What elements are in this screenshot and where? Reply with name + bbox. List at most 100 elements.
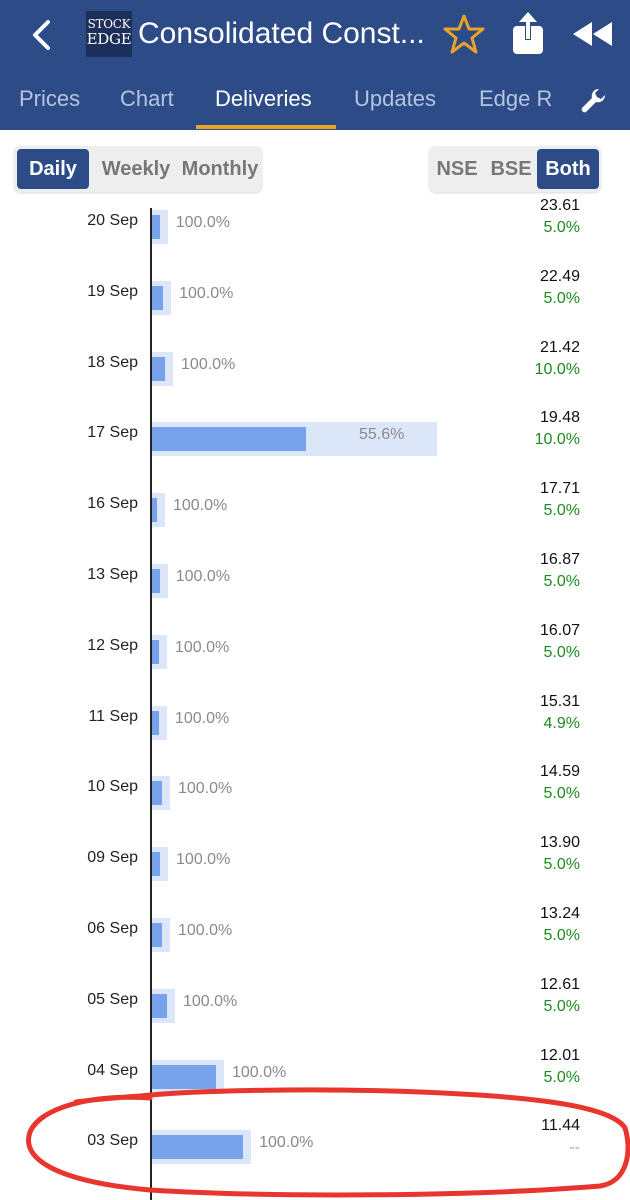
delivery-date: 20 Sep: [87, 212, 138, 229]
delivery-percent-label: 100.0%: [231, 1063, 287, 1081]
delivery-percent-label: 100.0%: [172, 497, 228, 515]
delivery-date: 12 Sep: [87, 636, 138, 654]
price-change: 5.0%: [543, 643, 580, 661]
app-header: STOCK EDGE Consolidated Const... Prices …: [0, 0, 630, 130]
delivery-row[interactable]: 12 Sep 100.0% 16.07 5.0%: [0, 617, 630, 688]
delivery-row[interactable]: 03 Sep 100.0% 11.44 --: [0, 1112, 630, 1183]
delivery-row[interactable]: 06 Sep 100.0% 13.24 5.0%: [0, 900, 630, 971]
chevron-left-icon: [33, 20, 50, 50]
delivered-volume-bar: [152, 498, 157, 523]
star-icon: [443, 14, 485, 54]
exchange-toggle: NSE BSE Both: [429, 146, 601, 192]
wrench-icon: [581, 88, 606, 113]
page-title: Consolidated Const...: [138, 17, 425, 50]
price-change: 10.0%: [534, 360, 580, 378]
delivery-date: 06 Sep: [87, 920, 138, 937]
delivery-percent-label: 100.0%: [174, 638, 230, 656]
closing-price: 13.24: [539, 905, 580, 922]
price-change: 5.0%: [543, 927, 580, 944]
active-tab-indicator: [196, 125, 336, 129]
logo-text-bottom: EDGE: [86, 30, 132, 48]
delivered-volume-bar: [152, 923, 162, 947]
delivery-percent-label: 100.0%: [175, 568, 231, 585]
share-button[interactable]: [510, 12, 546, 56]
delivered-volume-bar: [152, 993, 167, 1018]
delivered-volume-bar: [152, 569, 160, 593]
settings-button[interactable]: [579, 87, 607, 115]
period-weekly-button[interactable]: Weekly: [92, 149, 180, 189]
closing-price: 23.61: [539, 197, 580, 214]
closing-price: 13.90: [539, 834, 580, 852]
delivery-date: 17 Sep: [87, 424, 138, 442]
period-monthly-button[interactable]: Monthly: [180, 149, 260, 189]
delivery-row[interactable]: 13 Sep 100.0% 16.87 5.0%: [0, 546, 630, 617]
delivery-percent-label: 100.0%: [174, 709, 230, 727]
exchange-nse-button[interactable]: NSE: [432, 149, 482, 189]
closing-price: 16.07: [539, 621, 580, 639]
price-change: 5.0%: [543, 289, 580, 307]
rewind-icon: [573, 22, 612, 46]
price-change: 10.0%: [534, 431, 580, 449]
stockedge-logo: STOCK EDGE: [86, 11, 132, 57]
delivery-row[interactable]: 18 Sep 100.0% 21.42 10.0%: [0, 334, 630, 405]
closing-price: 17.71: [539, 480, 580, 498]
closing-price: 12.61: [539, 975, 580, 993]
tab-updates[interactable]: Updates: [354, 82, 436, 116]
delivered-volume-bar: [152, 1135, 244, 1160]
delivery-date: 03 Sep: [87, 1132, 138, 1150]
delivery-row[interactable]: 09 Sep 100.0% 13.90 5.0%: [0, 829, 630, 900]
tab-bar: Prices Chart Deliveries Updates Edge R: [0, 72, 630, 130]
exchange-bse-button[interactable]: BSE: [485, 149, 537, 189]
closing-price: 15.31: [539, 692, 580, 710]
delivery-percent-label: 100.0%: [179, 284, 234, 302]
delivery-row[interactable]: 20 Sep 100.0% 23.61 5.0%: [0, 192, 630, 263]
price-change: 4.9%: [543, 714, 580, 732]
delivery-date: 10 Sep: [87, 778, 138, 796]
delivered-volume-bar: [152, 356, 166, 381]
delivery-row[interactable]: 05 Sep 100.0% 12.61 5.0%: [0, 971, 630, 1042]
period-daily-button[interactable]: Daily: [17, 149, 89, 189]
delivered-volume-bar: [152, 781, 162, 806]
price-change: 5.0%: [543, 219, 580, 236]
tab-deliveries[interactable]: Deliveries: [215, 82, 312, 116]
delivery-percent-label: 100.0%: [176, 851, 231, 869]
price-change: --: [569, 1139, 580, 1157]
closing-price: 14.59: [539, 763, 580, 781]
delivery-row[interactable]: 17 Sep 55.6% 19.48 10.0%: [0, 404, 630, 475]
delivery-percent-label: 100.0%: [175, 214, 231, 231]
delivery-percent-label: 100.0%: [182, 992, 238, 1010]
exchange-both-button[interactable]: Both: [537, 149, 599, 189]
watchlist-star-button[interactable]: [443, 13, 485, 55]
delivered-volume-bar: [152, 215, 160, 239]
delivery-date: 18 Sep: [87, 353, 138, 371]
delivery-percent-label: 100.0%: [259, 1134, 314, 1152]
delivery-row[interactable]: 19 Sep 100.0% 22.49 5.0%: [0, 263, 630, 334]
back-button[interactable]: [26, 14, 60, 56]
delivered-volume-bar: [152, 285, 164, 310]
price-change: 5.0%: [543, 1068, 580, 1086]
tab-prices[interactable]: Prices: [19, 82, 80, 116]
delivery-row[interactable]: 11 Sep 100.0% 15.31 4.9%: [0, 688, 630, 759]
delivery-date: 05 Sep: [87, 990, 138, 1008]
delivery-row[interactable]: 10 Sep 100.0% 14.59 5.0%: [0, 758, 630, 829]
closing-price: 22.49: [539, 267, 580, 285]
price-change: 5.0%: [543, 573, 580, 590]
delivery-percent-label: 100.0%: [181, 355, 236, 373]
delivery-row[interactable]: 04 Sep 100.0% 12.01 5.0%: [0, 1042, 630, 1113]
price-change: 5.0%: [543, 856, 580, 874]
tab-edge-report[interactable]: Edge R: [479, 82, 555, 116]
price-change: 5.0%: [543, 502, 580, 520]
closing-price: 12.01: [539, 1046, 580, 1064]
tab-chart[interactable]: Chart: [120, 82, 174, 116]
delivery-date: 16 Sep: [87, 495, 138, 513]
rewind-button[interactable]: [570, 20, 614, 48]
delivery-date: 13 Sep: [87, 566, 138, 583]
delivered-volume-bar: [152, 427, 306, 452]
delivery-date: 11 Sep: [88, 707, 138, 725]
delivery-percent-label: 100.0%: [177, 922, 233, 939]
delivery-date: 04 Sep: [87, 1061, 138, 1079]
delivery-row[interactable]: 16 Sep 100.0% 17.71 5.0%: [0, 475, 630, 546]
delivered-volume-bar: [152, 710, 159, 735]
delivery-date: 19 Sep: [87, 282, 138, 300]
closing-price: 16.87: [539, 551, 580, 568]
